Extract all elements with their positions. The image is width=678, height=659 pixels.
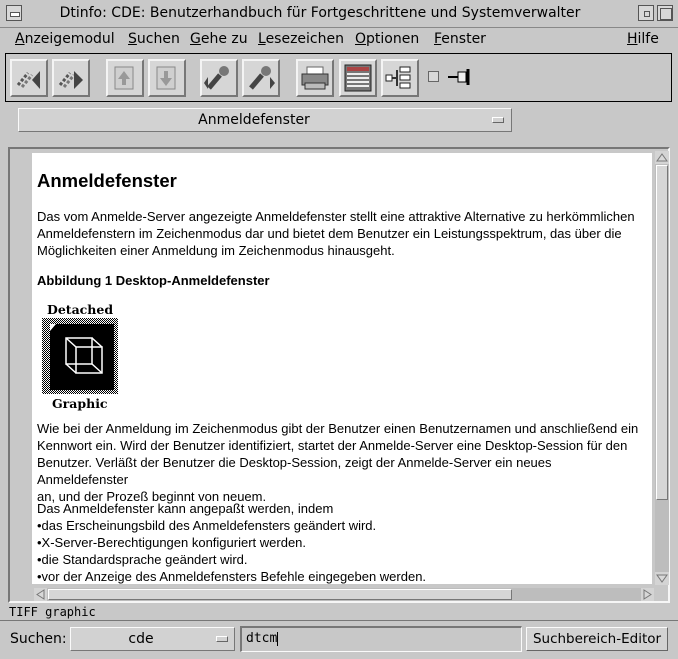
search-previous-button[interactable] — [200, 59, 238, 97]
history-forward-icon — [58, 71, 83, 89]
scroll-down-arrow[interactable] — [655, 572, 669, 585]
list-item: •vor der Anzeige des Anmeldefensters Bef… — [37, 569, 427, 584]
graphics-list-icon — [344, 64, 372, 92]
graphics-list-button[interactable] — [339, 59, 377, 97]
search-previous-icon — [204, 66, 229, 90]
scroll-right-arrow[interactable] — [641, 588, 654, 601]
search-bar: Suchen: cde dtcm Suchbereich-Editor — [0, 620, 678, 659]
menu-hilfe[interactable]: Hilfe — [627, 31, 659, 47]
node-map-icon — [385, 66, 411, 89]
search-input-value: dtcm — [246, 631, 278, 646]
print-icon — [301, 66, 329, 90]
section-dropdown[interactable]: Anmeldefenster — [18, 108, 512, 132]
search-input[interactable]: dtcm — [240, 626, 522, 652]
history-back-icon — [16, 71, 40, 89]
cube-graphic-icon — [42, 318, 118, 394]
title-bar[interactable]: Dtinfo: CDE: Benutzerhandbuch für Fortge… — [0, 0, 678, 28]
menu-optionen[interactable]: Optionen — [355, 31, 419, 47]
minimize-button[interactable] — [638, 5, 654, 21]
figure-bottom-label: Graphic — [52, 396, 108, 411]
menu-gehe-zu[interactable]: Gehe zu — [190, 31, 248, 47]
previous-section-icon — [114, 66, 134, 90]
list-item: •das Erscheinungsbild des Anmeldefenster… — [37, 518, 377, 533]
toolbar — [5, 53, 672, 102]
list-item: •X-Server-Berechtigungen konfiguriert we… — [37, 535, 307, 550]
list-intro: Das Anmeldefenster kann angepaßt werden,… — [37, 501, 334, 516]
history-back-button[interactable] — [10, 59, 48, 97]
menu-suchen[interactable]: Suchen — [128, 31, 180, 47]
window-title: Dtinfo: CDE: Benutzerhandbuch für Fortge… — [59, 5, 581, 21]
scroll-left-arrow[interactable] — [34, 588, 47, 601]
customization-list: Das Anmeldefenster kann angepaßt werden,… — [37, 500, 643, 584]
scope-editor-button[interactable]: Suchbereich-Editor — [526, 627, 668, 651]
next-section-icon — [156, 66, 176, 90]
horizontal-scroll-thumb[interactable] — [48, 589, 512, 600]
search-next-icon — [249, 66, 275, 90]
menu-lesezeichen[interactable]: Lesezeichen — [258, 31, 344, 47]
scroll-up-arrow[interactable] — [655, 151, 669, 164]
next-section-button[interactable] — [148, 59, 186, 97]
dropdown-indicator-icon — [216, 636, 228, 642]
menu-bar: Anzeigemodul Suchen Gehe zu Lesezeichen … — [0, 28, 678, 52]
vertical-scroll-thumb[interactable] — [656, 165, 668, 500]
detached-graphic[interactable]: Detached Graphic — [42, 301, 122, 411]
body-paragraph: Wie bei der Anmeldung im Zeichenmodus gi… — [37, 421, 639, 504]
menu-anzeigemodul[interactable]: Anzeigemodul — [15, 31, 115, 47]
maximize-button[interactable] — [657, 5, 673, 21]
search-label: Suchen: — [10, 631, 67, 647]
vertical-scrollbar[interactable] — [655, 151, 669, 585]
content-viewer: Anmeldefenster Das vom Anmelde-Server an… — [8, 147, 670, 603]
history-forward-button[interactable] — [52, 59, 90, 97]
pin-checkbox[interactable] — [428, 71, 439, 82]
search-next-button[interactable] — [242, 59, 280, 97]
list-item: •die Standardsprache geändert wird. — [37, 552, 248, 567]
menu-fenster[interactable]: Fenster — [434, 31, 486, 47]
node-map-button[interactable] — [381, 59, 419, 97]
text-cursor — [277, 631, 279, 646]
window-menu-button[interactable] — [6, 5, 22, 21]
search-scope-dropdown[interactable]: cde — [70, 627, 235, 651]
intro-paragraph: Das vom Anmelde-Server angezeigte Anmeld… — [37, 209, 635, 258]
section-heading: Anmeldefenster — [37, 170, 177, 191]
figure-caption: Abbildung 1 Desktop-Anmeldefenster — [37, 273, 270, 288]
pin-icon[interactable] — [446, 65, 474, 89]
horizontal-scrollbar[interactable] — [34, 588, 654, 601]
section-dropdown-value: Anmeldefenster — [198, 112, 310, 128]
status-line: TIFF graphic — [9, 605, 96, 619]
dropdown-indicator-icon — [492, 117, 504, 123]
previous-section-button[interactable] — [106, 59, 144, 97]
figure-top-label: Detached — [47, 302, 114, 317]
document-pane[interactable]: Anmeldefenster Das vom Anmelde-Server an… — [32, 153, 652, 584]
search-scope-value: cde — [128, 631, 154, 647]
print-button[interactable] — [296, 59, 334, 97]
